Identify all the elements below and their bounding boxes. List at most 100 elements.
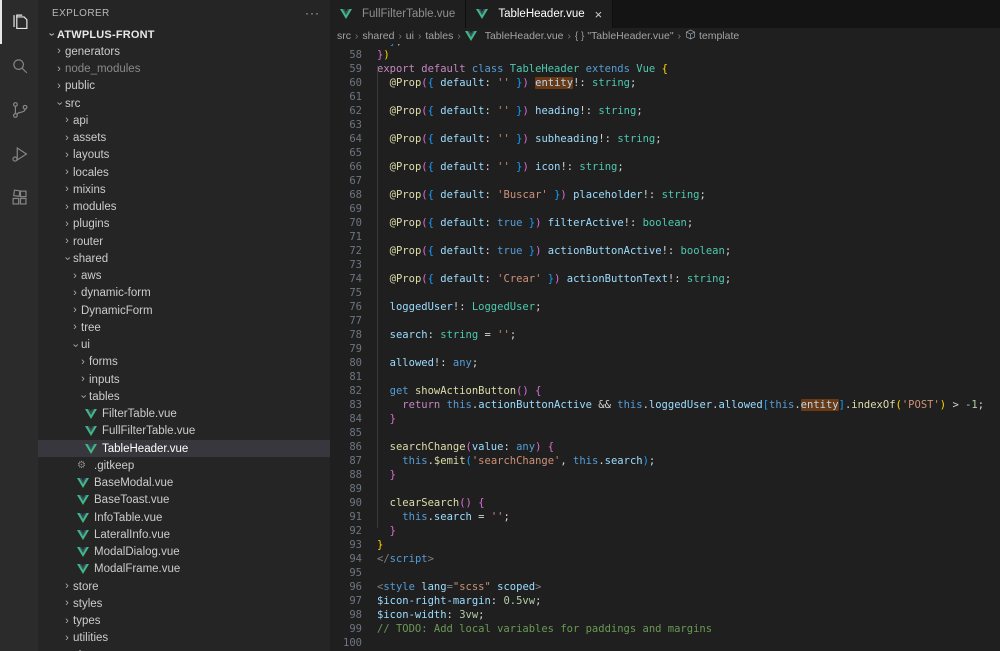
line-number[interactable]: 62	[330, 104, 362, 118]
code-line-100[interactable]: 100	[330, 636, 1000, 650]
line-number[interactable]: 92	[330, 524, 362, 538]
code-line-60[interactable]: 60 @Prop({ default: '' }) entity!: strin…	[330, 76, 1000, 90]
code-line-97[interactable]: 97$icon-right-margin: 0.5vw;	[330, 594, 1000, 608]
tree-item-layouts[interactable]: ›layouts	[38, 147, 330, 164]
code-line-95[interactable]: 95	[330, 566, 1000, 580]
line-number[interactable]: 61	[330, 90, 362, 104]
line-number[interactable]: 60	[330, 76, 362, 90]
code-line-68[interactable]: 68 @Prop({ default: 'Buscar' }) placehol…	[330, 188, 1000, 202]
tree-item-store[interactable]: ›store	[38, 578, 330, 595]
line-number[interactable]: 93	[330, 538, 362, 552]
line-number[interactable]: 91	[330, 510, 362, 524]
tree-item-fullfiltertable.vue[interactable]: FullFilterTable.vue	[38, 423, 330, 440]
code-line-85[interactable]: 85	[330, 426, 1000, 440]
extensions-icon[interactable]	[0, 176, 38, 220]
code-line-77[interactable]: 77	[330, 314, 1000, 328]
tree-item-tableheader.vue[interactable]: TableHeader.vue	[38, 440, 330, 457]
tree-item-plugins[interactable]: ›plugins	[38, 216, 330, 233]
line-number[interactable]: 79	[330, 342, 362, 356]
tree-item-dynamic-form[interactable]: ›dynamic-form	[38, 285, 330, 302]
breadcrumb-item-3[interactable]: ui	[406, 30, 414, 42]
line-number[interactable]: 59	[330, 62, 362, 76]
line-number[interactable]: 68	[330, 188, 362, 202]
explorer-icon[interactable]	[0, 0, 38, 44]
tree-item-modules[interactable]: ›modules	[38, 199, 330, 216]
tree-item-ui[interactable]: ›ui	[38, 337, 330, 354]
line-number[interactable]: 86	[330, 440, 362, 454]
line-number[interactable]: 94	[330, 552, 362, 566]
line-number[interactable]: 88	[330, 468, 362, 482]
line-number[interactable]: 82	[330, 384, 362, 398]
code-line-74[interactable]: 74 @Prop({ default: 'Crear' }) actionBut…	[330, 272, 1000, 286]
code-line-96[interactable]: 96<style lang="scss" scoped>	[330, 580, 1000, 594]
code-line-82[interactable]: 82 get showActionButton() {	[330, 384, 1000, 398]
tree-item-locales[interactable]: ›locales	[38, 164, 330, 181]
tree-item-modaldialog.vue[interactable]: ModalDialog.vue	[38, 544, 330, 561]
code-line-84[interactable]: 84 }	[330, 412, 1000, 426]
code-line-99[interactable]: 99// TODO: Add local variables for paddi…	[330, 622, 1000, 636]
code-line-88[interactable]: 88 }	[330, 468, 1000, 482]
code-line-66[interactable]: 66 @Prop({ default: '' }) icon!: string;	[330, 160, 1000, 174]
tab-tableheader.vue[interactable]: TableHeader.vue×	[466, 0, 613, 28]
code-line-63[interactable]: 63	[330, 118, 1000, 132]
tree-item-types[interactable]: ›types	[38, 613, 330, 630]
code-line-72[interactable]: 72 @Prop({ default: true }) actionButton…	[330, 244, 1000, 258]
tree-item-generators[interactable]: ›generators	[38, 43, 330, 60]
code-line-75[interactable]: 75	[330, 286, 1000, 300]
code-editor[interactable]: 57 },58})59export default class TableHea…	[330, 44, 1000, 651]
code-line-83[interactable]: 83 return this.actionButtonActive && thi…	[330, 398, 1000, 412]
line-number[interactable]: 90	[330, 496, 362, 510]
line-number[interactable]: 77	[330, 314, 362, 328]
tree-item-modalframe.vue[interactable]: ModalFrame.vue	[38, 561, 330, 578]
code-line-86[interactable]: 86 searchChange(value: any) {	[330, 440, 1000, 454]
search-icon[interactable]	[0, 44, 38, 88]
tree-item-api[interactable]: ›api	[38, 112, 330, 129]
code-line-59[interactable]: 59export default class TableHeader exten…	[330, 62, 1000, 76]
explorer-more-button[interactable]: ···	[305, 6, 320, 20]
code-line-90[interactable]: 90 clearSearch() {	[330, 496, 1000, 510]
line-number[interactable]: 76	[330, 300, 362, 314]
code-line-65[interactable]: 65	[330, 146, 1000, 160]
line-number[interactable]: 89	[330, 482, 362, 496]
line-number[interactable]: 63	[330, 118, 362, 132]
code-line-92[interactable]: 92 }	[330, 524, 1000, 538]
line-number[interactable]: 100	[330, 636, 362, 650]
breadcrumb-item-6[interactable]: { }"TableHeader.vue"	[575, 30, 674, 42]
tree-item-.gitkeep[interactable]: ⚙.gitkeep	[38, 457, 330, 474]
tree-item-basemodal.vue[interactable]: BaseModal.vue	[38, 475, 330, 492]
code-line-58[interactable]: 58})	[330, 48, 1000, 62]
line-number[interactable]: 87	[330, 454, 362, 468]
tree-item-infotable.vue[interactable]: InfoTable.vue	[38, 509, 330, 526]
line-number[interactable]: 99	[330, 622, 362, 636]
line-number[interactable]: 73	[330, 258, 362, 272]
breadcrumb-item-5[interactable]: TableHeader.vue	[465, 30, 564, 42]
tree-item-inputs[interactable]: ›inputs	[38, 371, 330, 388]
code-line-69[interactable]: 69	[330, 202, 1000, 216]
line-number[interactable]: 83	[330, 398, 362, 412]
tree-item-dynamicform[interactable]: ›DynamicForm	[38, 302, 330, 319]
close-icon[interactable]: ×	[595, 8, 603, 21]
line-number[interactable]: 84	[330, 412, 362, 426]
code-line-94[interactable]: 94</script>	[330, 552, 1000, 566]
tree-item-lateralinfo.vue[interactable]: LateralInfo.vue	[38, 526, 330, 543]
run-debug-icon[interactable]	[0, 132, 38, 176]
code-line-79[interactable]: 79	[330, 342, 1000, 356]
line-number[interactable]: 58	[330, 48, 362, 62]
code-line-64[interactable]: 64 @Prop({ default: '' }) subheading!: s…	[330, 132, 1000, 146]
tree-item-filtertable.vue[interactable]: FilterTable.vue	[38, 406, 330, 423]
tree-item-atwplus-front[interactable]: ›ATWPLUS-FRONT	[38, 26, 330, 43]
line-number[interactable]: 85	[330, 426, 362, 440]
code-line-78[interactable]: 78 search: string = '';	[330, 328, 1000, 342]
code-line-73[interactable]: 73	[330, 258, 1000, 272]
line-number[interactable]: 70	[330, 216, 362, 230]
tree-item-public[interactable]: ›public	[38, 78, 330, 95]
breadcrumb-item-7[interactable]: template	[685, 29, 739, 43]
code-line-87[interactable]: 87 this.$emit('searchChange', this.searc…	[330, 454, 1000, 468]
breadcrumb-item-1[interactable]: src	[337, 30, 351, 42]
code-line-70[interactable]: 70 @Prop({ default: true }) filterActive…	[330, 216, 1000, 230]
line-number[interactable]: 74	[330, 272, 362, 286]
line-number[interactable]: 66	[330, 160, 362, 174]
code-line-98[interactable]: 98$icon-width: 3vw;	[330, 608, 1000, 622]
line-number[interactable]: 98	[330, 608, 362, 622]
code-line-71[interactable]: 71	[330, 230, 1000, 244]
